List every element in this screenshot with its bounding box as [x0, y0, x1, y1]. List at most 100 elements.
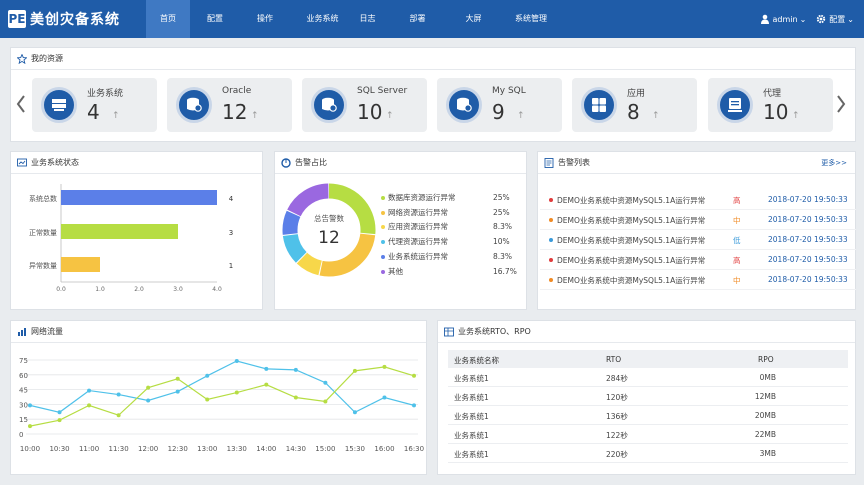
- bar: [61, 190, 217, 205]
- y-tick-label: 45: [19, 387, 28, 395]
- table-icon: [444, 327, 454, 337]
- agent-icon: [717, 87, 753, 123]
- trend-up-icon: ↑: [792, 111, 800, 121]
- data-point: [205, 373, 210, 378]
- data-point: [352, 410, 357, 415]
- data-point: [382, 364, 387, 369]
- nav-item-home[interactable]: 首页: [146, 0, 190, 38]
- alarm-list-title: 告警列表: [558, 158, 590, 167]
- cell-rpo: 3MB: [759, 449, 776, 458]
- legend-percent: 8.3%: [493, 251, 513, 261]
- resource-card-business[interactable]: 业务系统 4 ↑: [32, 78, 157, 132]
- alarm-row[interactable]: DEMO业务系统中资源MySQL5.1A运行异常 中 2018-07-20 19:5…: [540, 210, 856, 230]
- cell-rto: 284秒: [606, 374, 628, 383]
- alarm-level: 中: [733, 216, 741, 225]
- pie-chart-icon: [281, 158, 291, 168]
- app-logo[interactable]: PE 美创灾备系统: [8, 9, 120, 29]
- alarm-dot: [549, 258, 553, 262]
- logo-mark: PE: [8, 10, 26, 28]
- status-bar-chart: 系统总数 4 正常数量 3 异常数量 1 0.0 1.0 2.0 3.0 4.0: [29, 184, 234, 293]
- legend-label: 其他: [388, 266, 403, 276]
- resource-card-agent[interactable]: 代理 10 ↑: [708, 78, 833, 132]
- data-point: [28, 424, 32, 429]
- nav-item-operation[interactable]: 操作: [240, 0, 290, 38]
- card-count: 9: [492, 100, 505, 124]
- col-header-rpo: RPO: [758, 355, 774, 364]
- cell-name: 业务系统1: [454, 450, 489, 459]
- alarm-time: 2018-07-20 19:50:33: [768, 215, 848, 224]
- more-link[interactable]: 更多>>: [821, 152, 847, 174]
- alarm-row[interactable]: DEMO业务系统中资源MySQL5.1A运行异常 中 2018-07-20 19:5…: [540, 270, 856, 290]
- category-label: 系统总数: [29, 194, 57, 203]
- carousel-next-icon[interactable]: [835, 94, 847, 114]
- trend-up-icon: ↑: [652, 111, 660, 121]
- x-tick-label: 15:30: [345, 445, 365, 453]
- alarm-dot: [549, 198, 553, 202]
- alarm-row[interactable]: DEMO业务系统中资源MySQL5.1A运行异常 低 2018-07-20 19:5…: [540, 230, 856, 250]
- legend-item: 网络资源运行异常: [381, 207, 448, 219]
- cell-name: 业务系统1: [454, 374, 489, 383]
- alarm-list-header: 告警列表 更多>>: [538, 152, 855, 174]
- nav-item-config[interactable]: 配置: [190, 0, 240, 38]
- data-point: [412, 373, 416, 378]
- cell-rto: 220秒: [606, 450, 628, 459]
- legend-percent: 8.3%: [493, 222, 513, 232]
- legend-percent: 25%: [493, 207, 510, 217]
- alarm-row[interactable]: DEMO业务系统中资源MySQL5.1A运行异常 高 2018-07-20 19:5…: [540, 250, 856, 270]
- alarm-ratio-title: 告警占比: [295, 158, 327, 167]
- nav-item-sysadmin[interactable]: 系统管理: [492, 0, 570, 38]
- settings-menu[interactable]: 配置 ⌄: [816, 14, 854, 25]
- col-header-rto: RTO: [606, 355, 622, 364]
- data-point: [87, 388, 92, 393]
- top-navbar: PE 美创灾备系统 首页 配置 操作 业务系统 日志 部署 大屏 系统管理 ad…: [0, 0, 864, 38]
- alarm-row[interactable]: DEMO业务系统中资源MySQL5.1A运行异常 高 2018-07-20 19:5…: [540, 190, 856, 210]
- carousel-prev-icon[interactable]: [15, 94, 27, 114]
- table-row: 业务系统1 122秒 22MB: [448, 425, 848, 444]
- alarm-time: 2018-07-20 19:50:33: [768, 195, 848, 204]
- resource-card-sqlserver[interactable]: SQL Server 10 ↑: [302, 78, 427, 132]
- x-tick-label: 13:30: [227, 445, 247, 453]
- resources-header: 我的资源: [11, 48, 855, 70]
- nav-item-bigscreen[interactable]: 大屏: [455, 0, 492, 38]
- series-line: [29, 366, 415, 427]
- nav-item-deploy[interactable]: 部署: [380, 0, 455, 38]
- category-label: 正常数量: [29, 228, 57, 237]
- x-tick-label: 16:00: [374, 445, 394, 453]
- resource-card-oracle[interactable]: Oracle 12 ↑: [167, 78, 292, 132]
- data-point: [175, 376, 180, 381]
- x-tick-label: 10:00: [20, 445, 40, 453]
- alarm-dot: [549, 278, 553, 282]
- user-menu[interactable]: admin ⌄: [760, 14, 806, 24]
- chevron-down-icon: ⌄: [847, 14, 854, 24]
- card-count: 12: [222, 100, 248, 124]
- data-point: [323, 399, 328, 404]
- alarm-message: DEMO业务系统中资源MySQL5.1A运行异常: [557, 276, 706, 285]
- x-tick-label: 3.0: [173, 286, 183, 293]
- nav-item-log[interactable]: 日志: [355, 0, 380, 38]
- x-tick-label: 12:00: [138, 445, 158, 453]
- alarm-ratio-header: 告警占比: [275, 152, 526, 174]
- nav-item-business[interactable]: 业务系统: [290, 0, 355, 38]
- legend-dot: [381, 269, 385, 274]
- x-tick-label: 12:30: [168, 445, 188, 453]
- database-icon: [176, 87, 212, 123]
- legend-dot: [381, 210, 385, 215]
- alarm-level: 高: [733, 196, 741, 205]
- data-point: [146, 398, 151, 403]
- resource-card-mysql[interactable]: My SQL 9 ↑: [437, 78, 562, 132]
- x-tick-label: 15:00: [315, 445, 335, 453]
- app-title: 美创灾备系统: [30, 12, 120, 28]
- server-stack-icon: [41, 87, 77, 123]
- card-label: 代理: [763, 89, 782, 99]
- alarm-level: 高: [733, 256, 741, 265]
- y-tick-label: 15: [19, 416, 28, 424]
- legend-item: 应用资源运行异常: [381, 221, 448, 233]
- resource-card-application[interactable]: 应用 8 ↑: [572, 78, 697, 132]
- legend-label: 应用资源运行异常: [388, 222, 448, 232]
- legend-item: 代理资源运行异常: [381, 236, 448, 248]
- data-point: [57, 418, 62, 423]
- card-count: 10: [763, 100, 789, 124]
- user-icon: [760, 14, 769, 24]
- alarm-message: DEMO业务系统中资源MySQL5.1A运行异常: [557, 216, 706, 225]
- data-point: [146, 385, 151, 390]
